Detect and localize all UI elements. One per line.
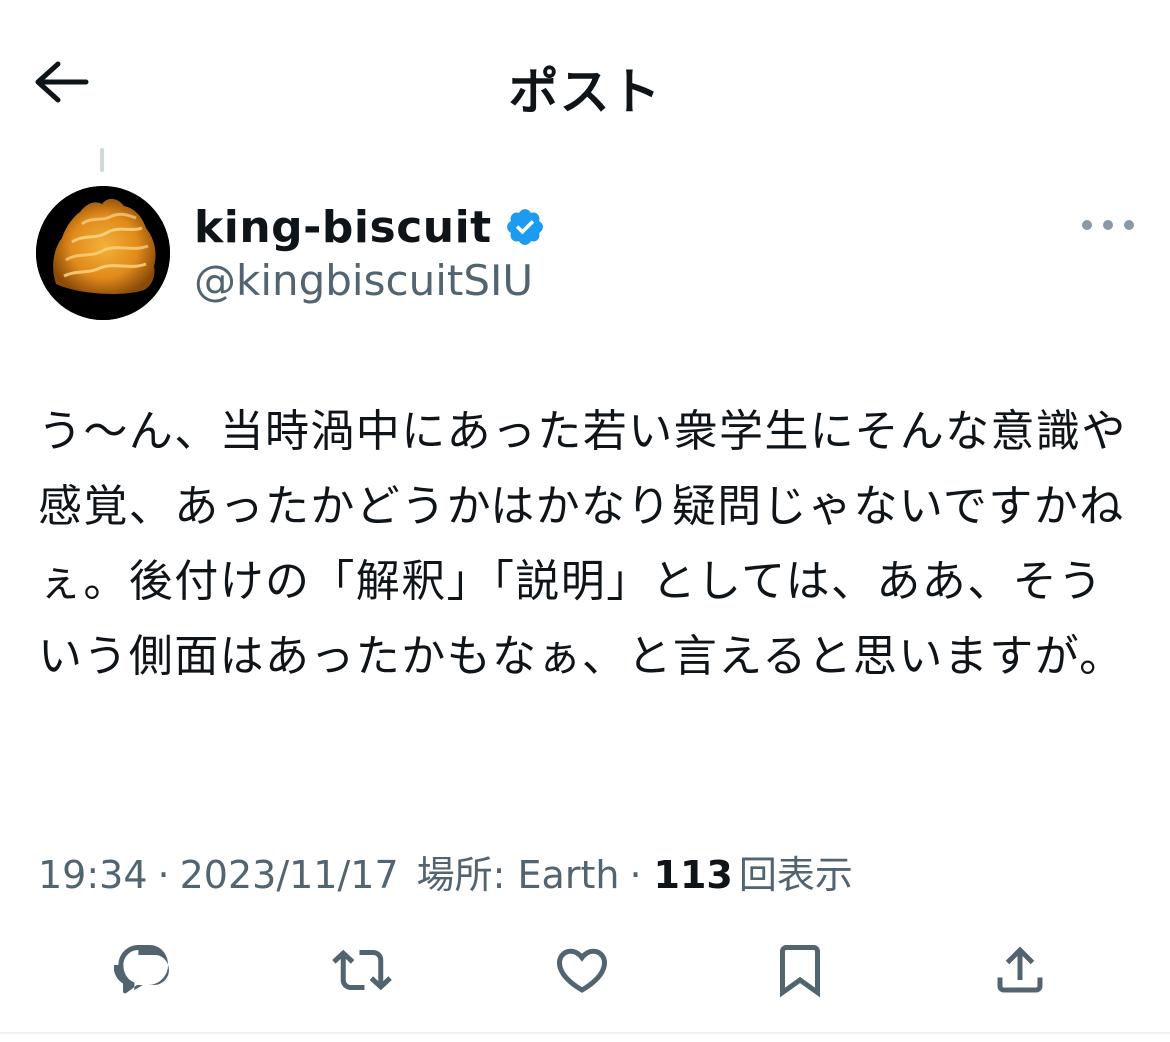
- post-location: 場所: Earth: [416, 853, 620, 897]
- display-name[interactable]: king-biscuit: [194, 202, 492, 253]
- more-dot-icon: [1082, 220, 1092, 230]
- reply-button[interactable]: [104, 930, 184, 1010]
- repost-button[interactable]: [322, 930, 402, 1010]
- share-icon: [997, 946, 1043, 993]
- verified-badge-icon: [506, 209, 543, 245]
- bookmark-button[interactable]: [760, 930, 840, 1010]
- views-count[interactable]: 113: [654, 853, 733, 897]
- meta-separator: ·: [629, 853, 642, 897]
- reply-icon: [114, 945, 169, 994]
- share-button[interactable]: [980, 930, 1060, 1010]
- meta-separator: ·: [157, 853, 170, 897]
- post-text: う〜ん、当時渦中にあった若い衆学生にそんな意識や感覚、あったかどうかはかなり疑問…: [38, 406, 1127, 682]
- user-handle[interactable]: @kingbiscuitSIU: [194, 256, 533, 305]
- top-bar: ポスト: [0, 0, 1170, 150]
- post-meta: 19:34 · 2023/11/17 場所: Earth · 113 回表示: [38, 844, 853, 899]
- bookmark-icon: [780, 945, 820, 998]
- heart-icon: [556, 948, 608, 993]
- more-options-button[interactable]: [1082, 208, 1134, 242]
- biscuit-avatar-image: [36, 186, 170, 320]
- repost-icon: [332, 949, 392, 991]
- thread-connector-line: [100, 148, 104, 172]
- divider: [0, 1032, 1170, 1034]
- views-label[interactable]: 回表示: [739, 844, 853, 899]
- action-bar: [0, 930, 1170, 1010]
- more-dot-icon: [1103, 220, 1113, 230]
- post-date[interactable]: 2023/11/17: [180, 853, 399, 897]
- more-dot-icon: [1124, 220, 1134, 230]
- author-name-row[interactable]: king-biscuit: [194, 198, 546, 256]
- page-title: ポスト: [508, 63, 662, 121]
- like-button[interactable]: [542, 930, 622, 1010]
- post-time[interactable]: 19:34: [38, 853, 148, 897]
- avatar[interactable]: [36, 186, 170, 320]
